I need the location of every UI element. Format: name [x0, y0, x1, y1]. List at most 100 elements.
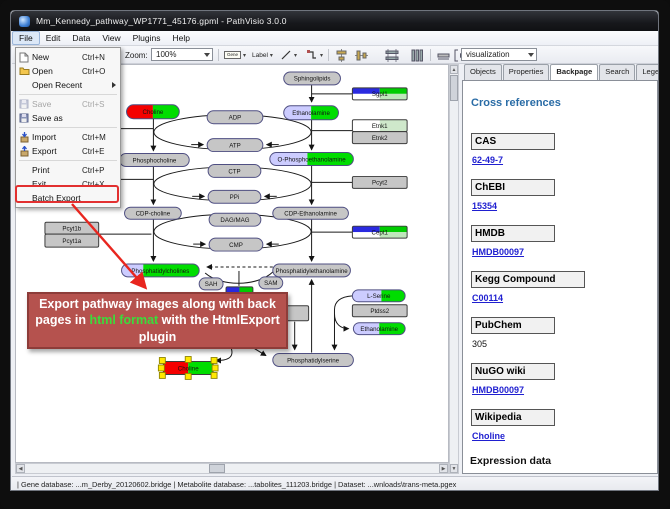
node-label: Phosphatidylethanolamine — [275, 268, 348, 275]
scroll-down-icon[interactable]: ▼ — [450, 464, 458, 473]
selection-handle[interactable] — [212, 365, 218, 371]
pathway-node-adp[interactable]: ADP — [207, 111, 263, 124]
pathway-node-pcyt1a[interactable]: Pcyt1a — [45, 234, 99, 247]
vscroll-thumb[interactable] — [450, 75, 458, 101]
pathway-node-ctp[interactable]: CTP — [208, 164, 261, 177]
align-center-vertical-button[interactable] — [333, 48, 350, 62]
xref-link[interactable]: C00114 — [472, 293, 651, 303]
scroll-up-icon[interactable]: ▲ — [450, 65, 458, 74]
pathway-node-pcyt2[interactable]: Pcyt2 — [352, 176, 407, 188]
menu-plugins[interactable]: Plugins — [127, 32, 167, 44]
stack-button[interactable] — [435, 48, 452, 62]
pathway-node-sah[interactable]: SAH — [199, 278, 223, 290]
selection-handle[interactable] — [158, 365, 164, 371]
menu-item-print[interactable]: PrintCtrl+P — [16, 163, 120, 177]
xref-name: ChEBI — [471, 179, 555, 196]
node-label: Phosphatidylserine — [287, 357, 340, 364]
menu-view[interactable]: View — [96, 32, 126, 44]
node-label: CMP — [229, 242, 243, 249]
open-folder-icon — [19, 66, 32, 76]
hscroll-thumb[interactable] — [209, 464, 225, 473]
pathway-node-phosphocholine[interactable]: Phosphocholine — [120, 154, 190, 167]
menu-item-exit[interactable]: ExitCtrl+X — [16, 177, 120, 191]
pathway-node-sam[interactable]: SAM — [259, 277, 283, 289]
pathway-node-l-serine[interactable]: L-Serine — [352, 290, 405, 302]
expression-data-heading: Expression data — [470, 455, 651, 467]
pathway-node-etnk1[interactable]: Etnk1 — [352, 120, 407, 132]
pathway-node-choline-selected[interactable]: Choline — [158, 357, 218, 380]
tab-properties[interactable]: Properties — [503, 64, 550, 80]
pathway-node-cept1[interactable]: Cept1 — [352, 226, 407, 238]
scroll-right-icon[interactable]: ▶ — [439, 464, 448, 473]
tab-objects[interactable]: Objects — [464, 64, 502, 80]
menu-data[interactable]: Data — [66, 32, 96, 44]
pathway-node-dag-mag[interactable]: DAG/MAG — [209, 213, 261, 226]
pathway-node-ptdss2[interactable]: Ptdss2 — [352, 305, 407, 317]
distribute-rows-button[interactable] — [383, 48, 401, 62]
menu-item-open[interactable]: OpenCtrl+O — [16, 64, 120, 78]
node-label: DAG/MAG — [220, 217, 249, 224]
align-center-horizontal-button[interactable] — [353, 48, 370, 62]
export-icon — [19, 146, 32, 157]
pathway-node-phosphatidylserine[interactable]: Phosphatidylserine — [273, 354, 354, 367]
pathway-node-sphingolipids[interactable]: Sphingolipids — [284, 72, 341, 85]
menu-item-new[interactable]: NewCtrl+N — [16, 50, 120, 64]
node-label: Cept1 — [372, 229, 389, 236]
pathway-node-cdp-choline[interactable]: CDP-choline — [125, 207, 182, 219]
pathway-node-ppi[interactable]: PPi — [208, 190, 261, 203]
distribute-columns-button[interactable] — [408, 48, 426, 62]
selection-handle[interactable] — [211, 358, 217, 364]
visualization-value: visualization — [466, 50, 510, 59]
xref-link[interactable]: 62-49-7 — [472, 155, 651, 165]
xref-link[interactable]: HMDB00097 — [472, 385, 651, 395]
menu-item-export[interactable]: ExportCtrl+E — [16, 144, 120, 158]
xref-link[interactable]: 15354 — [472, 201, 651, 211]
xref-link[interactable]: Choline — [472, 431, 651, 441]
label-tool-button[interactable]: Label▾ — [250, 48, 275, 62]
connector-tool-button[interactable]: ▾ — [304, 48, 325, 62]
pathway-node-phosphatidylethanolamine[interactable]: Phosphatidylethanolamine — [273, 264, 351, 277]
scroll-left-icon[interactable]: ◀ — [16, 464, 25, 473]
menu-item-import[interactable]: ImportCtrl+M — [16, 130, 120, 144]
menu-item-open-recent[interactable]: Open Recent — [16, 78, 120, 92]
node-label: Ethanolamine — [292, 110, 330, 117]
menu-item-save[interactable]: SaveCtrl+S — [16, 97, 120, 111]
annotation-highlight: html format — [89, 313, 158, 327]
selection-handle[interactable] — [211, 372, 217, 378]
gene-tool-button[interactable]: Gene▾ — [222, 48, 248, 62]
line-tool-button[interactable]: ▾ — [278, 48, 299, 62]
canvas-vertical-scrollbar[interactable]: ▲ ▼ — [449, 64, 459, 474]
pathway-node-ethanolamine-top[interactable]: Ethanolamine — [284, 106, 339, 120]
pathway-node-o-phosphoethanolamine[interactable]: O-Phosphoethanolamine — [270, 153, 354, 166]
menu-edit[interactable]: Edit — [40, 32, 67, 44]
chevron-down-icon[interactable] — [528, 53, 534, 57]
pathway-node-sgpl1[interactable]: Sgpl1 — [352, 88, 407, 100]
pathway-node-ethanolamine-bottom[interactable]: Ethanolamine — [353, 323, 405, 335]
xref-link[interactable]: HMDB00097 — [472, 247, 651, 257]
menu-item-save-as[interactable]: Save as — [16, 111, 120, 125]
selection-handle[interactable] — [185, 357, 191, 363]
visualization-combobox[interactable]: visualization — [461, 48, 537, 61]
menu-file[interactable]: File — [12, 31, 40, 45]
zoom-value: 100% — [156, 50, 176, 59]
selection-handle[interactable] — [185, 373, 191, 379]
pathway-node-cmp[interactable]: CMP — [209, 238, 263, 251]
tab-backpage[interactable]: Backpage — [550, 64, 598, 80]
pathway-node-etnk2[interactable]: Etnk2 — [352, 132, 407, 144]
pathway-node-cdp-ethanolamine[interactable]: CDP-Ethanolamine — [273, 207, 349, 219]
pathway-node-choline-top[interactable]: Choline — [127, 105, 180, 119]
selection-handle[interactable] — [159, 358, 165, 364]
xref-section-chebi: ChEBI 15354 — [469, 179, 651, 211]
pathway-node-pcyt1b[interactable]: Pcyt1b — [45, 222, 99, 234]
tab-legend[interactable]: Legend — [636, 64, 659, 80]
zoom-combobox[interactable]: 100% — [151, 48, 213, 61]
canvas-horizontal-scrollbar[interactable]: ◀ ▶ — [15, 463, 449, 474]
tab-search[interactable]: Search — [599, 64, 635, 80]
selection-handle[interactable] — [159, 372, 165, 378]
pathway-node-phosphatidylcholines[interactable]: Phosphatidylcholines — [122, 264, 200, 277]
pathway-node-atp[interactable]: ATP — [207, 139, 263, 152]
menu-help[interactable]: Help — [167, 32, 196, 44]
menu-item-batch-export[interactable]: Batch Export — [16, 191, 120, 205]
chevron-down-icon[interactable] — [204, 53, 210, 57]
cross-references-heading: Cross references — [471, 97, 651, 109]
